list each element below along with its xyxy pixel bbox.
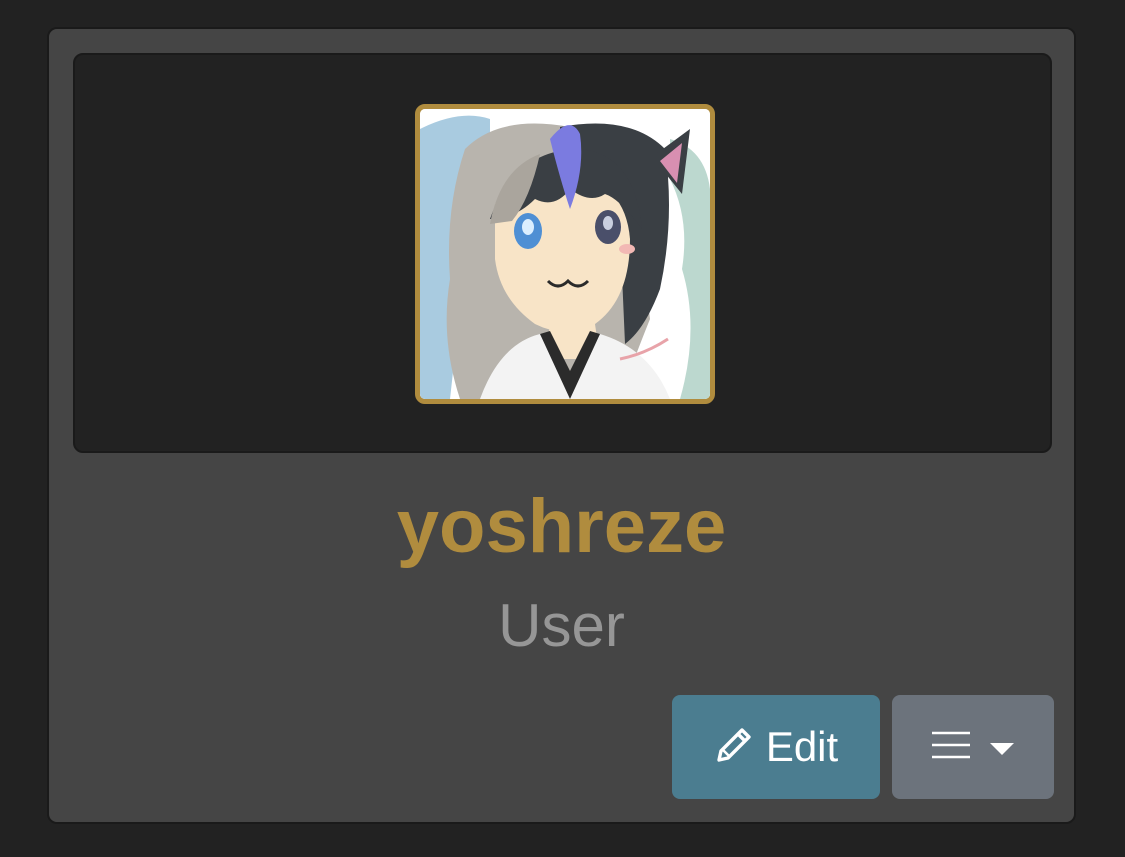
options-menu-button[interactable] — [892, 695, 1054, 799]
username: yoshreze — [396, 484, 727, 569]
pencil-icon — [714, 725, 754, 770]
user-profile-card: yoshreze User Edit — [47, 27, 1076, 824]
caret-down-icon — [990, 743, 1014, 755]
hamburger-menu-icon — [932, 729, 970, 766]
user-avatar[interactable] — [415, 104, 715, 404]
edit-button[interactable]: Edit — [672, 695, 880, 799]
profile-banner — [73, 53, 1052, 453]
avatar-image — [420, 109, 710, 399]
edit-button-label: Edit — [765, 723, 839, 770]
user-role: User — [498, 592, 625, 659]
